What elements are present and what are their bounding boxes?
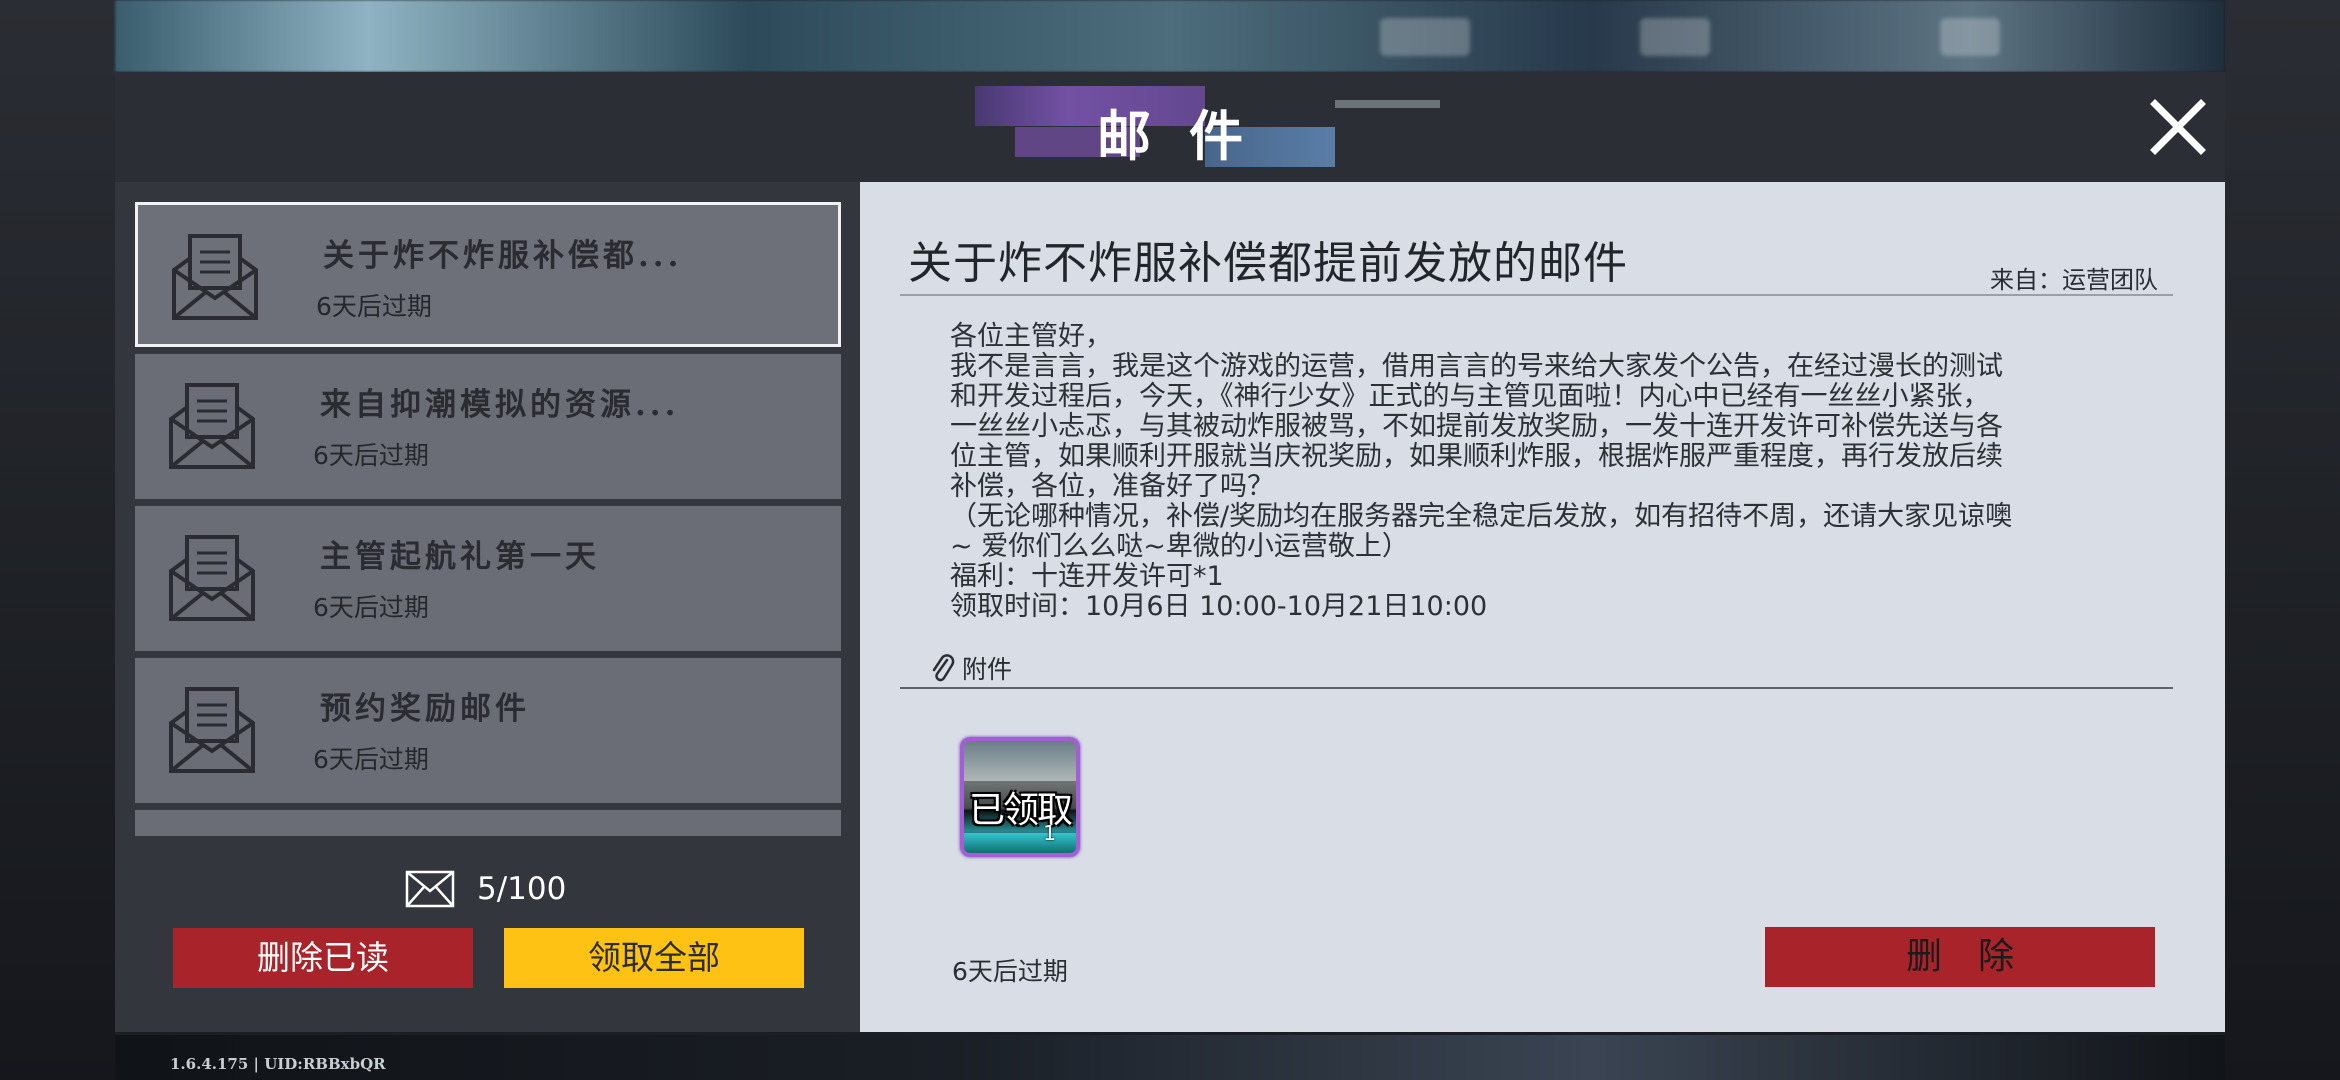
mail-icon bbox=[405, 870, 455, 907]
delete-read-button[interactable]: 删除已读 bbox=[173, 928, 473, 988]
topbar-resource-ghost bbox=[1940, 18, 2000, 56]
envelope-icon bbox=[172, 234, 258, 320]
mail-body: 各位主管好， 我不是言言，我是这个游戏的运营，借用言言的号来给大家发个公告，在经… bbox=[950, 321, 2013, 622]
mail-expire: 6天后过期 bbox=[952, 957, 1068, 986]
envelope-icon bbox=[169, 687, 255, 773]
claimed-status: 已领取 bbox=[964, 781, 1076, 833]
mail-list[interactable]: 关于炸不炸服补偿都... 6天后过期 来自抑潮模拟的资源... 6天后过期 主管… bbox=[135, 202, 845, 842]
mail-item-expire: 6天后过期 bbox=[313, 593, 429, 622]
mail-item-expire: 6天后过期 bbox=[313, 441, 429, 470]
topbar-resource-ghost bbox=[1640, 18, 1710, 56]
mail-item-title: 关于炸不炸服补偿都... bbox=[323, 238, 683, 274]
claim-all-button[interactable]: 领取全部 bbox=[504, 928, 804, 988]
mail-list-item[interactable]: 来自抑潮模拟的资源... 6天后过期 bbox=[135, 354, 841, 499]
divider bbox=[900, 294, 2173, 296]
mail-list-item[interactable]: 主管起航礼第一天 6天后过期 bbox=[135, 506, 841, 651]
mail-item-expire: 6天后过期 bbox=[313, 745, 429, 774]
attachment-item[interactable]: 已领取 1 bbox=[960, 737, 1080, 857]
background-top bbox=[115, 0, 2225, 72]
delete-button[interactable]: 删除 bbox=[1765, 927, 2155, 987]
topbar-resource-ghost bbox=[1380, 18, 1470, 56]
mail-list-item[interactable]: 预约奖励邮件 6天后过期 bbox=[135, 658, 841, 803]
envelope-icon bbox=[169, 383, 255, 469]
mail-list-footer: 5/100 删除已读 领取全部 bbox=[115, 836, 860, 1032]
dialog-header: 邮件 bbox=[115, 72, 2225, 182]
mail-dialog: 邮件 关于炸不炸服补偿都... 6天后过期 来自抑潮模拟的资源... 6天后过期… bbox=[115, 72, 2225, 1032]
paperclip-icon bbox=[932, 654, 955, 682]
mail-item-title: 预约奖励邮件 bbox=[320, 691, 530, 727]
envelope-icon bbox=[169, 535, 255, 621]
close-icon bbox=[2150, 99, 2206, 155]
mail-item-title: 主管起航礼第一天 bbox=[320, 539, 600, 575]
mail-list-item[interactable]: 关于炸不炸服补偿都... 6天后过期 bbox=[135, 202, 841, 347]
mail-detail-panel: 关于炸不炸服补偿都提前发放的邮件 来自：运营团队 各位主管好， 我不是言言，我是… bbox=[860, 182, 2225, 1032]
background-bottom bbox=[115, 1035, 2225, 1080]
background-right bbox=[2225, 0, 2340, 1080]
background-left bbox=[0, 0, 115, 1080]
mail-item-title: 来自抑潮模拟的资源... bbox=[320, 387, 680, 423]
mail-sender: 来自：运营团队 bbox=[1990, 266, 2158, 294]
dialog-title: 邮件 bbox=[1097, 104, 1281, 168]
close-button[interactable] bbox=[2143, 92, 2213, 162]
item-quantity: 1 bbox=[1043, 821, 1056, 845]
version-uid-text: 1.6.4.175 | UID:RBBxbQR bbox=[170, 1055, 386, 1073]
divider bbox=[900, 687, 2173, 689]
attachment-header: 附件 bbox=[930, 650, 1012, 686]
mail-count-text: 5/100 bbox=[477, 870, 567, 907]
mail-count: 5/100 bbox=[405, 866, 566, 911]
mail-item-expire: 6天后过期 bbox=[316, 292, 432, 321]
attachment-label: 附件 bbox=[962, 655, 1013, 684]
mail-detail-title: 关于炸不炸服补偿都提前发放的邮件 bbox=[908, 238, 1628, 289]
